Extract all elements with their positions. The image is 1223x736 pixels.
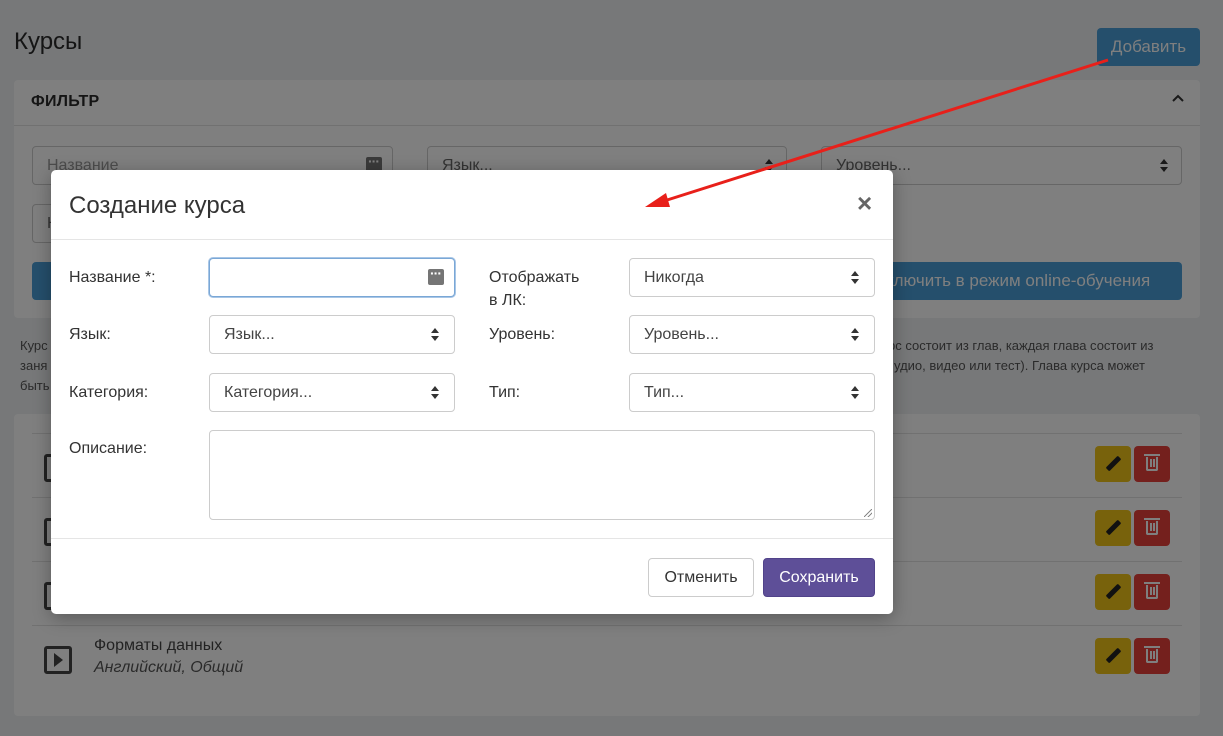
modal-title: Создание курса [69, 192, 246, 219]
resize-grip-icon[interactable] [864, 509, 872, 517]
select-arrows-icon [850, 386, 860, 400]
description-label: Описание: [69, 440, 148, 457]
modal-header: Создание курса × [51, 170, 893, 240]
name-label: Название *: [69, 269, 156, 286]
language-select[interactable]: Язык... [209, 315, 455, 354]
category-label: Категория: [69, 384, 149, 401]
select-arrows-icon [850, 328, 860, 342]
select-arrows-icon [430, 328, 440, 342]
type-select-value: Тип... [644, 384, 685, 401]
language-label: Язык: [69, 326, 111, 343]
display-select-value: Никогда [644, 269, 704, 286]
select-arrows-icon [850, 271, 860, 285]
create-course-modal: Создание курса × Название *: Отображать … [51, 170, 893, 614]
select-arrows-icon [430, 386, 440, 400]
save-button[interactable]: Сохранить [763, 558, 875, 597]
display-label-line1: Отображать [489, 269, 580, 286]
category-select-value: Категория... [224, 384, 313, 401]
category-select[interactable]: Категория... [209, 373, 455, 412]
level-label: Уровень: [489, 326, 556, 343]
name-input[interactable] [209, 258, 455, 297]
modal-footer: Отменить Сохранить [51, 538, 893, 614]
display-label-line2: в ЛК: [489, 292, 527, 309]
description-textarea[interactable] [209, 430, 875, 520]
display-select[interactable]: Никогда [629, 258, 875, 297]
cancel-button[interactable]: Отменить [648, 558, 754, 597]
level-select-value: Уровень... [644, 326, 719, 343]
close-icon[interactable]: × [857, 190, 872, 216]
level-select[interactable]: Уровень... [629, 315, 875, 354]
language-select-value: Язык... [224, 326, 275, 343]
display-label: Отображать в ЛК: [489, 266, 579, 312]
type-label: Тип: [489, 384, 521, 401]
type-select[interactable]: Тип... [629, 373, 875, 412]
password-manager-icon[interactable] [428, 265, 444, 285]
